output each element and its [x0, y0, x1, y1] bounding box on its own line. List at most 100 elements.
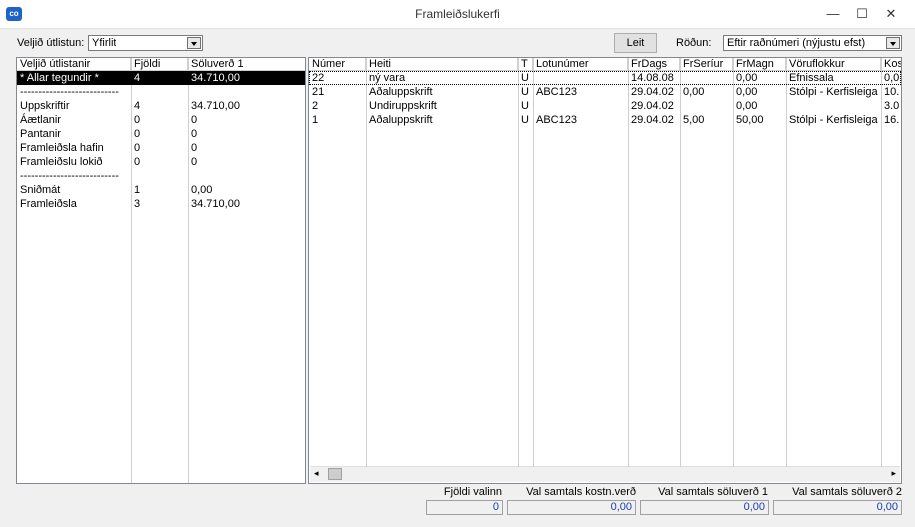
sort-select-value: Eftir raðnúmeri (nýjustu efst) [727, 37, 866, 49]
table-cell: U [521, 86, 529, 98]
scroll-right-icon[interactable]: ▸ [891, 468, 896, 479]
column-header[interactable]: T [518, 58, 533, 71]
list-item[interactable]: Uppskriftir 4 34.710,00 [17, 99, 305, 113]
list-item[interactable]: --------------------------- [17, 85, 305, 99]
list-cell: 0 [134, 128, 141, 140]
view-label: Veljið útlistun: [17, 37, 85, 49]
column-header[interactable]: FrSeríur [680, 58, 733, 71]
sort-select[interactable]: Eftir raðnúmeri (nýjustu efst) [723, 35, 902, 51]
view-select[interactable]: Yfirlit [88, 35, 203, 51]
title-bar: co Framleiðslukerfi — ☐ ✕ [0, 0, 915, 29]
table-cell: 10. [884, 86, 900, 98]
category-list[interactable]: Veljið útlistanir Fjöldi Söluverð 1 * Al… [16, 57, 306, 484]
footer-caption-price2: Val samtals söluverð 2 [792, 486, 902, 498]
table-cell: Stólpi - Kerfisleiga K [789, 114, 881, 126]
list-cell: Uppskriftir [20, 100, 70, 112]
list-cell: 4 [134, 100, 141, 112]
list-item[interactable]: * Allar tegundir * 4 34.710,00 [17, 71, 305, 85]
list-item[interactable]: Pantanir 0 0 [17, 127, 305, 141]
list-cell: Sniðmát [20, 184, 61, 196]
table-cell [786, 99, 881, 113]
column-header-price[interactable]: Söluverð 1 [188, 58, 305, 71]
table-cell: 29.04.02 [631, 100, 674, 112]
list-cell [131, 85, 188, 99]
column-header[interactable]: Lotunúmer [533, 58, 628, 71]
column-header[interactable]: Kos [881, 58, 901, 71]
scroll-left-icon[interactable]: ◂ [314, 468, 319, 479]
table-cell: ný vara [369, 72, 406, 84]
table-cell: Undiruppskrift [369, 100, 437, 112]
horizontal-scrollbar[interactable]: ◂ ▸ [310, 466, 900, 482]
list-cell: 0 [191, 142, 198, 154]
list-cell: 3 [134, 198, 141, 210]
list-cell: 34.710,00 [191, 72, 240, 84]
maximize-button[interactable]: ☐ [849, 4, 875, 24]
window-title: Framleiðslukerfi [415, 7, 500, 21]
table-cell: U [521, 72, 529, 84]
items-table[interactable]: ◂ ▸ Númer Heiti T Lotunúmer FrDags FrSeríur Fr… [308, 57, 902, 484]
footer-value-price2: 0,00 [773, 500, 902, 515]
table-cell: ABC123 [536, 86, 577, 98]
table-cell: 1 [312, 114, 319, 126]
table-cell: Aðaluppskrift [369, 86, 433, 98]
table-cell: 0,00 [736, 72, 758, 84]
list-cell [188, 85, 305, 99]
footer-caption-price1: Val samtals söluverð 1 [658, 486, 768, 498]
table-row[interactable]: 2 Undiruppskrift U 29.04.02 0,00 3.0 [309, 99, 901, 113]
list-item[interactable]: --------------------------- [17, 169, 305, 183]
table-cell: 0,00 [736, 100, 758, 112]
column-header-count[interactable]: Fjöldi [131, 58, 188, 71]
list-cell: 0 [134, 156, 141, 168]
table-row[interactable]: 1 Aðaluppskrift U ABC123 29.04.02 5,00 50,00 St… [309, 113, 901, 127]
list-item[interactable]: Framleiðsla 3 34.710,00 [17, 197, 305, 211]
list-cell: 4 [134, 72, 141, 84]
list-cell: Framleiðsla [20, 198, 77, 210]
table-cell [533, 99, 628, 113]
table-row[interactable]: 22 ný vara U 14.08.08 0,00 Efnissala 0,0 [309, 71, 901, 85]
list-cell: 34.710,00 [191, 100, 240, 112]
chevron-down-icon[interactable] [187, 37, 201, 49]
list-cell: 0 [191, 156, 198, 168]
sort-label: Röðun: [676, 37, 712, 49]
close-button[interactable]: ✕ [878, 4, 904, 24]
table-cell [680, 99, 733, 113]
table-row[interactable]: 21 Aðaluppskrift U ABC123 29.04.02 0,00 0,00 St… [309, 85, 901, 99]
list-cell [188, 169, 305, 183]
table-cell: 29.04.02 [631, 86, 674, 98]
table-cell: Efnissala [789, 72, 834, 84]
list-item[interactable]: Framleiðsla hafin 0 0 [17, 141, 305, 155]
column-header-view[interactable]: Veljið útlistanir [17, 58, 131, 71]
list-cell: Áætlanir [20, 114, 61, 126]
column-header[interactable]: Heiti [366, 58, 518, 71]
list-cell: 0 [191, 114, 198, 126]
table-cell: U [521, 100, 529, 112]
table-cell [680, 71, 733, 85]
list-item[interactable]: Sniðmát 1 0,00 [17, 183, 305, 197]
table-cell: 2 [312, 100, 319, 112]
column-header[interactable]: Vöruflokkur [786, 58, 881, 71]
footer-value-count: 0 [426, 500, 503, 515]
list-cell: 0,00 [191, 184, 213, 196]
table-cell: U [521, 114, 529, 126]
table-cell: 3.0 [884, 100, 900, 112]
footer-caption-count: Fjöldi valinn [443, 486, 502, 498]
scroll-thumb[interactable] [328, 468, 342, 480]
list-cell [131, 169, 188, 183]
table-cell: 5,00 [683, 114, 705, 126]
minimize-button[interactable]: — [820, 4, 846, 24]
footer-caption-cost: Val samtals kostn.verð [526, 486, 636, 498]
table-cell: 0,0 [884, 72, 900, 84]
list-cell: 0 [134, 142, 141, 154]
table-cell: Stólpi - Kerfisleiga K [789, 86, 881, 98]
list-item[interactable]: Áætlanir 0 0 [17, 113, 305, 127]
column-header[interactable]: Númer [309, 58, 366, 71]
chevron-down-icon[interactable] [886, 37, 900, 49]
list-cell: 34.710,00 [191, 198, 240, 210]
column-header[interactable]: FrDags [628, 58, 680, 71]
list-cell: --------------------------- [20, 86, 119, 98]
list-item[interactable]: Framleiðslu lokið 0 0 [17, 155, 305, 169]
list-cell: Pantanir [20, 128, 61, 140]
search-button[interactable]: Leit [614, 33, 657, 53]
table-cell: 0,00 [683, 86, 705, 98]
column-header[interactable]: FrMagn [733, 58, 786, 71]
